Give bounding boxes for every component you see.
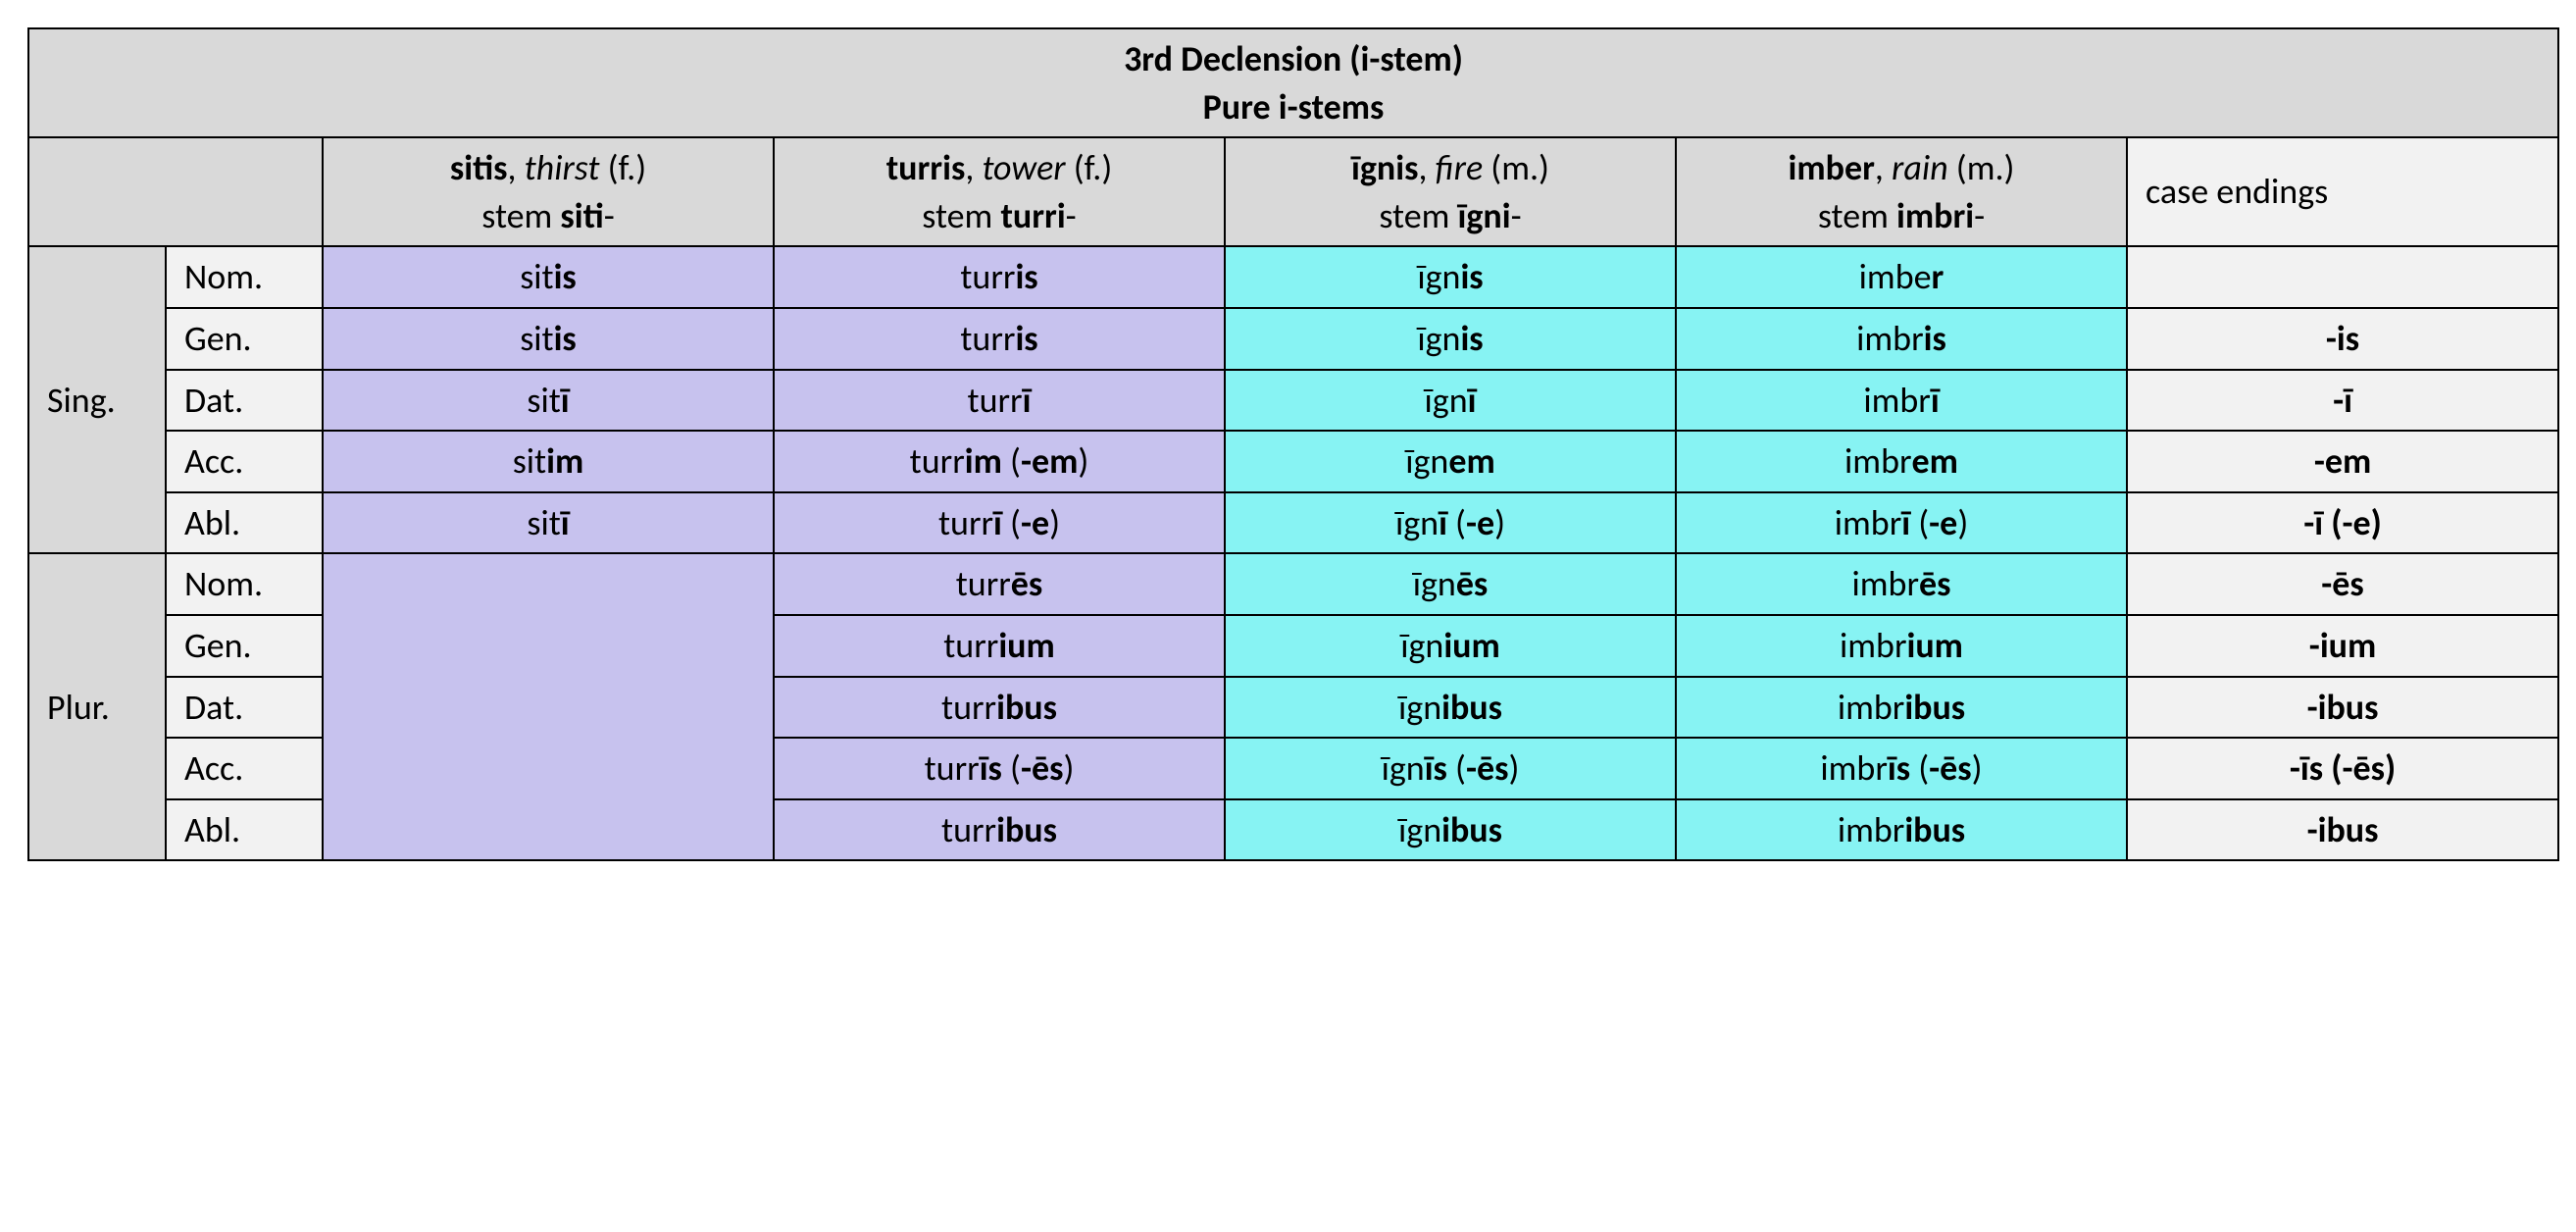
cell-sitis-sing-acc: sitim [323, 431, 774, 492]
cell-turris-plur-dat: turribus [774, 677, 1225, 739]
cell-turris-sing-gen: turris [774, 308, 1225, 370]
cell-sitis-sing-gen: sitis [323, 308, 774, 370]
label-gen-pl: Gen. [166, 615, 323, 677]
cell-turris-sing-dat: turrī [774, 370, 1225, 432]
label-nom-pl: Nom. [166, 553, 323, 615]
table-title: 3rd Declension (i-stem) Pure i-stems [28, 28, 2558, 137]
row-sing-nom: Sing. Nom. sitis turris īgnis imber [28, 246, 2558, 308]
cell-imber-plur-acc: imbrīs (-ēs) [1676, 738, 2127, 799]
cell-imber-sing-abl: imbrī (-e) [1676, 492, 2127, 554]
label-sing: Sing. [28, 246, 166, 553]
label-dat: Dat. [166, 370, 323, 432]
cell-turris-sing-acc: turrim (-em) [774, 431, 1225, 492]
header-sitis: sitis, thirst (f.) stem siti- [323, 137, 774, 246]
header-turris: turris, tower (f.) stem turri- [774, 137, 1225, 246]
label-abl-pl: Abl. [166, 799, 323, 861]
header-ignis: īgnis, fire (m.) stem īgni- [1225, 137, 1676, 246]
cell-ignis-sing-abl: īgnī (-e) [1225, 492, 1676, 554]
cell-turris-plur-acc: turrīs (-ēs) [774, 738, 1225, 799]
label-acc: Acc. [166, 431, 323, 492]
cell-imber-plur-dat: imbribus [1676, 677, 2127, 739]
cell-ignis-sing-dat: īgnī [1225, 370, 1676, 432]
cell-sitis-sing-abl: sitī [323, 492, 774, 554]
cell-imber-sing-acc: imbrem [1676, 431, 2127, 492]
ending-sing-nom [2127, 246, 2558, 308]
cell-turris-sing-nom: turris [774, 246, 1225, 308]
label-nom: Nom. [166, 246, 323, 308]
title-line-2: Pure i-stems [1203, 85, 1385, 128]
cell-ignis-sing-nom: īgnis [1225, 246, 1676, 308]
cell-imber-sing-dat: imbrī [1676, 370, 2127, 432]
ending-sing-abl: -ī (-e) [2127, 492, 2558, 554]
cell-turris-sing-abl: turrī (-e) [774, 492, 1225, 554]
cell-turris-plur-gen: turrium [774, 615, 1225, 677]
cell-imber-plur-abl: imbribus [1676, 799, 2127, 861]
cell-imber-sing-gen: imbris [1676, 308, 2127, 370]
row-sing-abl: Abl. sitī turrī (-e) īgnī (-e) imbrī (-e… [28, 492, 2558, 554]
cell-turris-plur-abl: turribus [774, 799, 1225, 861]
ending-plur-acc: -īs (-ēs) [2127, 738, 2558, 799]
label-dat-pl: Dat. [166, 677, 323, 739]
cell-ignis-plur-dat: īgnibus [1225, 677, 1676, 739]
row-plur-nom: Plur. Nom. turrēs īgnēs imbrēs -ēs [28, 553, 2558, 615]
header-imber: imber, rain (m.) stem imbri- [1676, 137, 2127, 246]
cell-sitis-plur-empty [323, 553, 774, 860]
cell-imber-sing-nom: imber [1676, 246, 2127, 308]
cell-turris-plur-nom: turrēs [774, 553, 1225, 615]
cell-ignis-sing-acc: īgnem [1225, 431, 1676, 492]
label-acc-pl: Acc. [166, 738, 323, 799]
cell-ignis-plur-nom: īgnēs [1225, 553, 1676, 615]
label-gen: Gen. [166, 308, 323, 370]
row-sing-acc: Acc. sitim turrim (-em) īgnem imbrem -em [28, 431, 2558, 492]
header-blank [28, 137, 323, 246]
ending-plur-dat: -ibus [2127, 677, 2558, 739]
cell-imber-plur-gen: imbrium [1676, 615, 2127, 677]
cell-ignis-sing-gen: īgnis [1225, 308, 1676, 370]
label-abl: Abl. [166, 492, 323, 554]
declension-table: 3rd Declension (i-stem) Pure i-stems sit… [27, 27, 2559, 861]
ending-plur-nom: -ēs [2127, 553, 2558, 615]
row-sing-gen: Gen. sitis turris īgnis imbris -is [28, 308, 2558, 370]
cell-ignis-plur-gen: īgnium [1225, 615, 1676, 677]
ending-plur-abl: -ibus [2127, 799, 2558, 861]
cell-ignis-plur-abl: īgnibus [1225, 799, 1676, 861]
cell-imber-plur-nom: imbrēs [1676, 553, 2127, 615]
ending-sing-dat: -ī [2127, 370, 2558, 432]
ending-sing-gen: -is [2127, 308, 2558, 370]
label-plur: Plur. [28, 553, 166, 860]
cell-ignis-plur-acc: īgnīs (-ēs) [1225, 738, 1676, 799]
row-sing-dat: Dat. sitī turrī īgnī imbrī -ī [28, 370, 2558, 432]
cell-sitis-sing-dat: sitī [323, 370, 774, 432]
ending-plur-gen: -ium [2127, 615, 2558, 677]
ending-sing-acc: -em [2127, 431, 2558, 492]
cell-sitis-sing-nom: sitis [323, 246, 774, 308]
title-line-1: 3rd Declension (i-stem) [1124, 37, 1463, 80]
header-endings: case endings [2127, 137, 2558, 246]
